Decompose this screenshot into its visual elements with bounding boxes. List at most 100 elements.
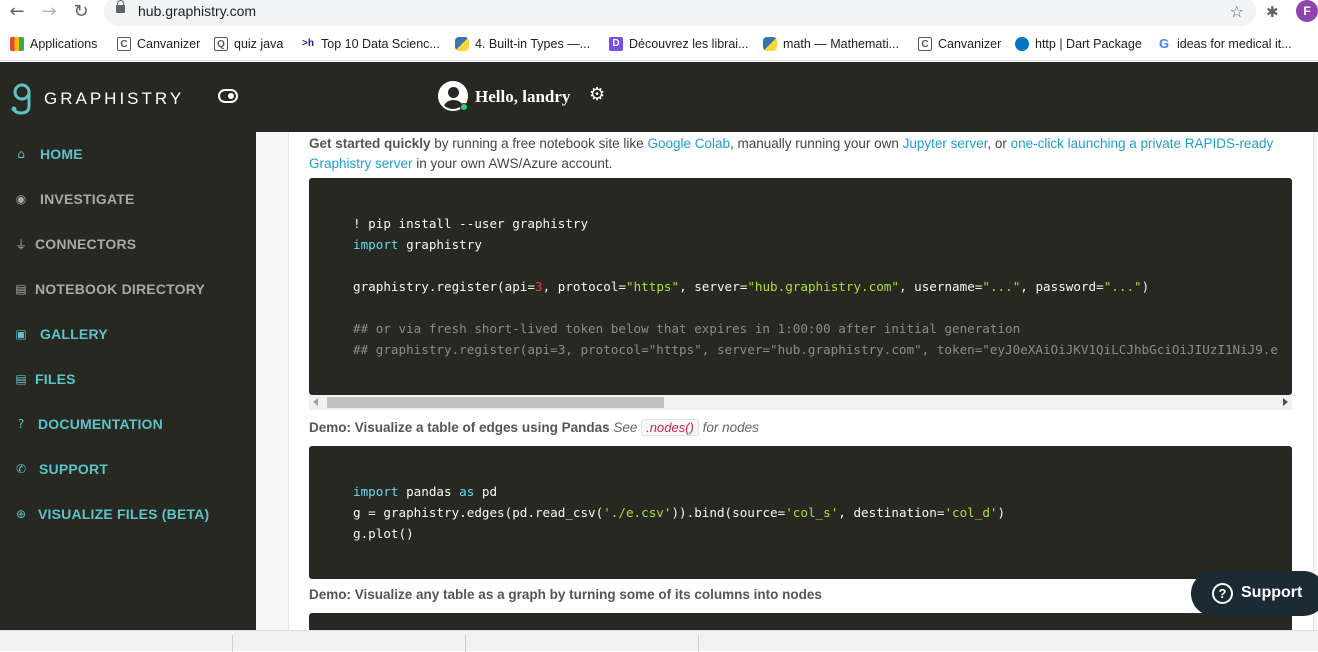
demo-title-bold: Demo: Visualize a table of edges using P… xyxy=(309,420,610,435)
sidebar-item-label: VISUALIZE FILES (BETA) xyxy=(38,506,210,522)
google-colab-link[interactable]: Google Colab xyxy=(647,136,730,151)
back-arrow-icon[interactable]: ← xyxy=(6,2,28,22)
python-icon xyxy=(455,37,469,51)
python-icon xyxy=(763,37,777,51)
logo-text[interactable]: GRAPHISTRY xyxy=(44,89,184,109)
bookmark-label: math — Mathemati... xyxy=(783,37,900,51)
images-icon: ▣ xyxy=(15,327,27,341)
openclassrooms-icon: D xyxy=(609,37,623,51)
scroll-left-arrow-icon[interactable] xyxy=(313,398,318,406)
code-block-install[interactable]: ! pip install --user graphistry import g… xyxy=(309,178,1292,395)
url-text[interactable]: hub.graphistry.com xyxy=(138,3,256,19)
bookmark-label: 4. Built-in Types —... xyxy=(475,37,591,51)
demo-title-bold: Demo: Visualize any table as a graph by … xyxy=(309,587,822,602)
intro-paragraph: Get started quickly by running a free no… xyxy=(309,134,1299,174)
sidebar: ⌂ HOME ◉ INVESTIGATE ⏚ CONNECTORS ▤ NOTE… xyxy=(0,132,256,630)
question-circle-icon: ? xyxy=(1212,583,1233,604)
scrollbar-thumb[interactable] xyxy=(327,397,664,408)
online-status-dot xyxy=(460,103,468,111)
demo-table-graph-heading: Demo: Visualize any table as a graph by … xyxy=(309,587,822,602)
plug-icon: ⏚ xyxy=(14,237,27,252)
sidebar-item-investigate[interactable]: ◉ INVESTIGATE xyxy=(0,184,256,214)
intro-bold: Get started quickly xyxy=(309,136,431,151)
dart-icon xyxy=(1015,37,1029,51)
home-icon: ⌂ xyxy=(17,147,25,161)
bookmark-star-icon[interactable]: ☆ xyxy=(1230,2,1244,21)
sidebar-item-label: NOTEBOOK DIRECTORY xyxy=(35,281,206,297)
lock-icon xyxy=(116,0,125,13)
sidebar-item-files[interactable]: ▤ FILES xyxy=(0,364,256,394)
intro-text: in your own AWS/Azure account. xyxy=(412,156,613,171)
demo-pandas-heading: Demo: Visualize a table of edges using P… xyxy=(309,419,759,436)
sidebar-item-gallery[interactable]: ▣ GALLERY xyxy=(0,319,256,349)
extensions-puzzle-icon[interactable]: ✱ xyxy=(1266,3,1284,21)
sidebar-item-label: FILES xyxy=(35,371,76,387)
code-block-pandas[interactable]: import pandas as pd g = graphistry.edges… xyxy=(309,446,1292,579)
code-text: ! pip install --user graphistry import g… xyxy=(353,216,1279,357)
canvanizer-icon: C xyxy=(117,37,131,51)
intro-text: , manually running your own xyxy=(730,136,903,151)
prompt-icon: >h xyxy=(301,37,315,51)
bookmark-canvanizer-2[interactable]: C Canvanizer xyxy=(918,35,1001,53)
sidebar-item-notebook-directory[interactable]: ▤ NOTEBOOK DIRECTORY xyxy=(0,274,256,304)
bookmark-dart[interactable]: http | Dart Package xyxy=(1015,35,1142,53)
file-icon: ▤ xyxy=(15,282,27,296)
quiz-icon: Q xyxy=(214,37,228,51)
code-text: import pandas as pd g = graphistry.edges… xyxy=(353,484,1006,541)
sidebar-item-home[interactable]: ⌂ HOME xyxy=(0,139,256,169)
sidebar-item-label: DOCUMENTATION xyxy=(38,416,163,432)
bookmark-quiz-java[interactable]: Q quiz java xyxy=(214,35,283,53)
sidebar-item-documentation[interactable]: ? DOCUMENTATION xyxy=(0,409,256,439)
content-card: Get started quickly by running a free no… xyxy=(288,132,1314,630)
bookmark-openclassrooms[interactable]: D Découvrez les librai... xyxy=(609,35,749,53)
eye-icon: ◉ xyxy=(15,192,27,206)
sidebar-item-label: GALLERY xyxy=(40,326,108,342)
horizontal-scrollbar[interactable] xyxy=(309,395,1292,410)
bookmark-canvanizer[interactable]: C Canvanizer xyxy=(117,35,200,53)
browser-toolbar: ← → ↻ hub.graphistry.com ☆ ✱ F xyxy=(0,0,1318,26)
jupyter-server-link[interactable]: Jupyter server xyxy=(903,136,988,151)
bookmark-label: Top 10 Data Scienc... xyxy=(321,37,440,51)
scroll-right-arrow-icon[interactable] xyxy=(1283,398,1288,406)
nodes-inline-code: .nodes() xyxy=(641,419,699,436)
address-bar[interactable]: hub.graphistry.com ☆ xyxy=(104,0,1256,26)
google-icon: G xyxy=(1157,36,1171,51)
file-icon: ▤ xyxy=(15,372,27,386)
profile-avatar[interactable]: F xyxy=(1296,0,1318,22)
bookmark-builtin-types[interactable]: 4. Built-in Types —... xyxy=(455,35,590,53)
intro-text: , or xyxy=(987,136,1011,151)
bookmark-ideas[interactable]: G ideas for medical it... xyxy=(1157,35,1292,53)
sidebar-item-support[interactable]: ✆ SUPPORT xyxy=(0,454,256,484)
sidebar-item-visualize-files[interactable]: ⊕ VISUALIZE FILES (BETA) xyxy=(0,499,256,529)
support-button-label: Support xyxy=(1241,584,1303,601)
bookmark-label: ideas for medical it... xyxy=(1177,37,1292,51)
demo-tail-text: for nodes xyxy=(702,420,759,435)
bookmark-applications[interactable]: Applications xyxy=(10,35,97,53)
sidebar-item-label: INVESTIGATE xyxy=(40,191,135,207)
demo-see-text: See xyxy=(613,420,638,435)
forward-arrow-icon[interactable]: → xyxy=(38,2,60,22)
gear-icon[interactable]: ⚙ xyxy=(589,84,605,105)
bookmark-label: Applications xyxy=(30,37,98,51)
main-content: Get started quickly by running a free no… xyxy=(256,132,1318,630)
support-button[interactable]: ? Support xyxy=(1191,571,1318,616)
bookmark-label: Découvrez les librai... xyxy=(629,37,749,51)
sidebar-item-label: SUPPORT xyxy=(39,461,109,477)
canvanizer-icon: C xyxy=(918,37,932,51)
bookmark-label: quiz java xyxy=(234,37,284,51)
bookmarks-bar: Applications C Canvanizer Q quiz java >h… xyxy=(0,26,1318,61)
app-header: GRAPHISTRY Hello, landry ⚙ xyxy=(0,62,1318,132)
bookmark-math[interactable]: math — Mathemati... xyxy=(763,35,899,53)
question-icon: ? xyxy=(17,417,25,431)
sidebar-item-connectors[interactable]: ⏚ CONNECTORS xyxy=(0,229,256,259)
graphistry-logo-icon[interactable] xyxy=(10,82,36,116)
bookmark-label: http | Dart Package xyxy=(1035,37,1142,51)
intro-text: by running a free notebook site like xyxy=(430,136,648,151)
code-block-columns[interactable] xyxy=(309,613,1292,630)
plus-circle-icon: ⊕ xyxy=(15,507,27,521)
user-greeting: Hello, landry xyxy=(475,87,571,106)
bookmark-top10[interactable]: >h Top 10 Data Scienc... xyxy=(301,35,440,53)
phone-icon: ✆ xyxy=(15,462,27,476)
sidebar-toggle-icon[interactable] xyxy=(218,89,238,103)
reload-icon[interactable]: ↻ xyxy=(70,2,92,22)
